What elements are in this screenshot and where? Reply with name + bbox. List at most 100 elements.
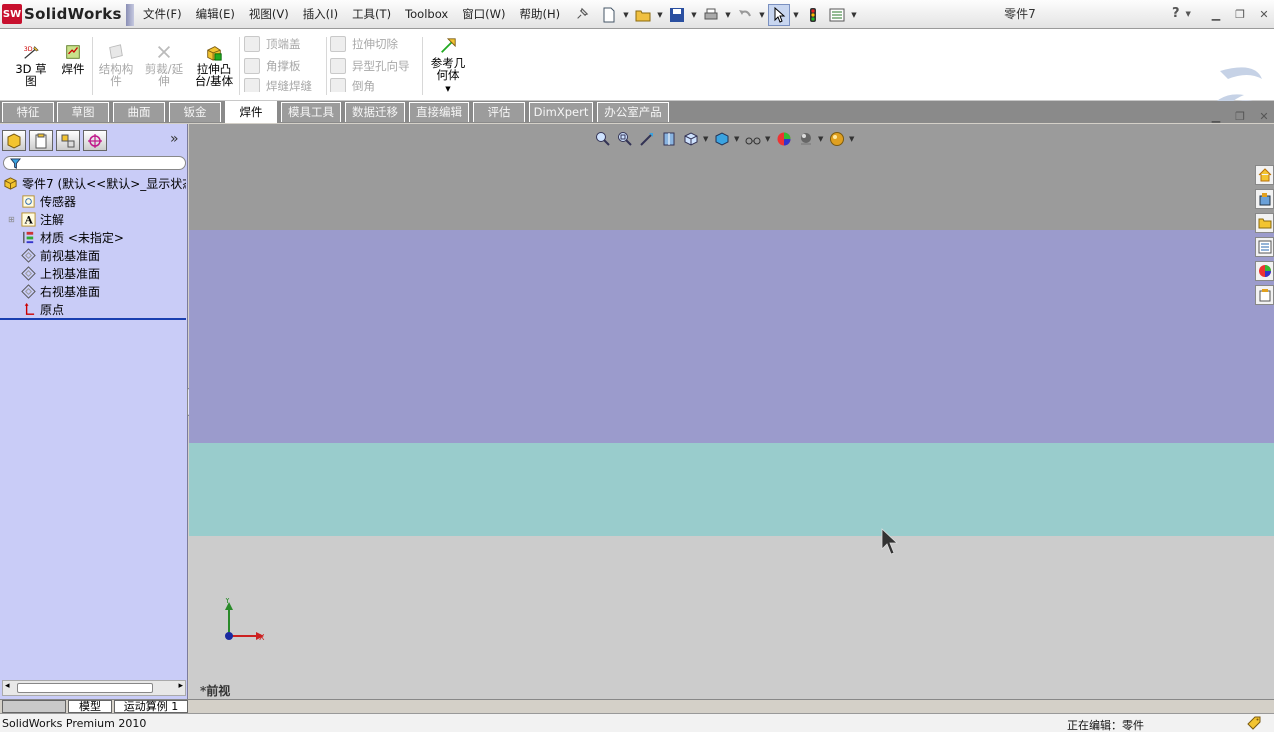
undo-button[interactable]: [734, 4, 756, 26]
help-control[interactable]: ? ▼: [1172, 6, 1191, 21]
tab-evaluate[interactable]: 评估: [473, 102, 525, 122]
section-view-button[interactable]: [659, 129, 679, 149]
menu-insert[interactable]: 插入(I): [296, 0, 345, 29]
apply-scene-button[interactable]: [796, 129, 816, 149]
tab-direct-editing[interactable]: 直接编辑: [409, 102, 469, 122]
weld-bead-button[interactable]: 焊缝焊缝: [244, 78, 312, 92]
tag-icon[interactable]: [1246, 716, 1262, 730]
print-dropdown-icon[interactable]: ▼: [724, 11, 732, 19]
doc-restore-icon[interactable]: ❐: [1232, 110, 1248, 123]
view-orientation-dropdown-icon[interactable]: ▼: [703, 135, 710, 143]
tab-model[interactable]: 模型: [68, 700, 112, 713]
trim-extend-button[interactable]: 剪裁/延伸: [142, 41, 186, 87]
gusset-button[interactable]: 角撑板: [244, 56, 301, 76]
help-dropdown-icon[interactable]: ▼: [1186, 10, 1191, 18]
menu-file[interactable]: 文件(F): [136, 0, 189, 29]
tree-horizontal-scrollbar[interactable]: ◂ ▸: [2, 680, 186, 696]
restore-icon[interactable]: ❐: [1232, 6, 1248, 22]
menu-view[interactable]: 视图(V): [242, 0, 296, 29]
tab-office-products[interactable]: 办公室产品: [597, 102, 669, 122]
save-dropdown-icon[interactable]: ▼: [690, 11, 698, 19]
graphics-area[interactable]: ▼ ▼ ▼ ▼ ▼ Y X: [189, 124, 1274, 699]
bottom-tab-navigator[interactable]: [2, 700, 66, 713]
select-button[interactable]: [768, 3, 790, 26]
options-dropdown-icon[interactable]: ▼: [850, 11, 858, 19]
view-settings-button[interactable]: [827, 129, 847, 149]
tree-item-sensors[interactable]: 传感器: [8, 192, 192, 210]
tree-item-origin[interactable]: 原点: [8, 300, 192, 318]
tree-item-top-plane[interactable]: 上视基准面: [8, 264, 192, 282]
hide-show-dropdown-icon[interactable]: ▼: [765, 135, 772, 143]
scroll-left-icon[interactable]: ◂: [5, 681, 10, 691]
design-library-tab[interactable]: [1255, 189, 1274, 209]
configuration-manager-tab[interactable]: [56, 130, 80, 151]
new-dropdown-icon[interactable]: ▼: [622, 11, 630, 19]
menu-toolbox[interactable]: Toolbox: [398, 0, 455, 29]
edit-appearance-button[interactable]: [774, 129, 794, 149]
scroll-right-icon[interactable]: ▸: [178, 681, 183, 691]
undo-dropdown-icon[interactable]: ▼: [758, 11, 766, 19]
ref-geometry-dropdown-icon[interactable]: ▼: [445, 83, 450, 95]
tab-sheet-metal[interactable]: 钣金: [169, 102, 221, 122]
print-button[interactable]: [700, 4, 722, 26]
menu-window[interactable]: 窗口(W): [455, 0, 512, 29]
tab-mold-tools[interactable]: 模具工具: [281, 102, 341, 122]
tree-root-part[interactable]: 零件7 (默认<<默认>_显示状态: [2, 174, 186, 192]
extruded-boss-button[interactable]: 拉伸凸台/基体: [192, 41, 236, 87]
select-dropdown-icon[interactable]: ▼: [792, 11, 800, 19]
tab-weldments[interactable]: 焊件: [225, 101, 277, 123]
previous-view-button[interactable]: [637, 129, 657, 149]
tree-item-annotations[interactable]: ⊞ A 注解: [8, 210, 192, 228]
property-manager-tab[interactable]: [29, 130, 53, 151]
display-style-dropdown-icon[interactable]: ▼: [734, 135, 741, 143]
tree-filter-field[interactable]: [3, 156, 186, 170]
view-settings-dropdown-icon[interactable]: ▼: [849, 135, 856, 143]
custom-properties-tab[interactable]: [1255, 285, 1274, 305]
dimxpert-manager-tab[interactable]: [83, 130, 107, 151]
tab-data-migration[interactable]: 数据迁移: [345, 102, 405, 122]
tree-item-front-plane[interactable]: 前视基准面: [8, 246, 192, 264]
hole-wizard-button[interactable]: 异型孔向导: [330, 56, 410, 76]
ref-geometry-button[interactable]: 参考几何体 ▼: [428, 35, 468, 95]
close-icon[interactable]: ✕: [1256, 6, 1272, 22]
tab-features[interactable]: 特征: [2, 102, 54, 122]
options-button[interactable]: [826, 4, 848, 26]
view-palette-tab[interactable]: [1255, 237, 1274, 257]
zoom-area-button[interactable]: [615, 129, 635, 149]
zoom-to-fit-button[interactable]: [593, 129, 613, 149]
expand-annotations-icon[interactable]: ⊞: [8, 215, 20, 224]
rollback-bar[interactable]: [0, 318, 186, 320]
tree-item-right-plane[interactable]: 右视基准面: [8, 282, 192, 300]
sketch3d-button[interactable]: 3D 3D 草图: [10, 41, 52, 87]
weldment-button[interactable]: 焊件: [58, 41, 88, 75]
extruded-cut-button[interactable]: 拉伸切除: [330, 34, 398, 54]
doc-close-icon[interactable]: ✕: [1256, 110, 1272, 123]
file-explorer-tab[interactable]: [1255, 213, 1274, 233]
tab-surfaces[interactable]: 曲面: [113, 102, 165, 122]
solidworks-logo[interactable]: SW SolidWorks: [2, 3, 122, 25]
apply-scene-dropdown-icon[interactable]: ▼: [818, 135, 825, 143]
rebuild-button[interactable]: [802, 4, 824, 26]
tab-motion-study[interactable]: 运动算例 1: [114, 700, 188, 713]
scroll-thumb[interactable]: [17, 683, 153, 693]
structural-member-button[interactable]: 结构构件: [96, 41, 136, 87]
pin-icon[interactable]: [575, 7, 589, 21]
feature-manager-tab[interactable]: [2, 130, 26, 151]
end-cap-button[interactable]: 顶端盖: [244, 34, 301, 54]
menu-edit[interactable]: 编辑(E): [189, 0, 242, 29]
hide-show-items-button[interactable]: [743, 129, 763, 149]
expand-panel-icon[interactable]: »: [170, 131, 179, 147]
help-icon[interactable]: ?: [1172, 6, 1180, 21]
menu-help[interactable]: 帮助(H): [513, 0, 568, 29]
tab-sketch[interactable]: 草图: [57, 102, 109, 122]
save-button[interactable]: [666, 4, 688, 26]
minimize-icon[interactable]: ▁: [1208, 6, 1224, 22]
open-button[interactable]: [632, 4, 654, 26]
tree-item-material[interactable]: 材质 <未指定>: [8, 228, 192, 246]
chamfer-button[interactable]: 倒角: [330, 78, 375, 92]
new-document-button[interactable]: [598, 4, 620, 26]
tab-dimxpert[interactable]: DimXpert: [529, 102, 593, 122]
solidworks-resources-tab[interactable]: [1255, 165, 1274, 185]
display-style-button[interactable]: [712, 129, 732, 149]
doc-minimize-icon[interactable]: ▁: [1208, 110, 1224, 123]
